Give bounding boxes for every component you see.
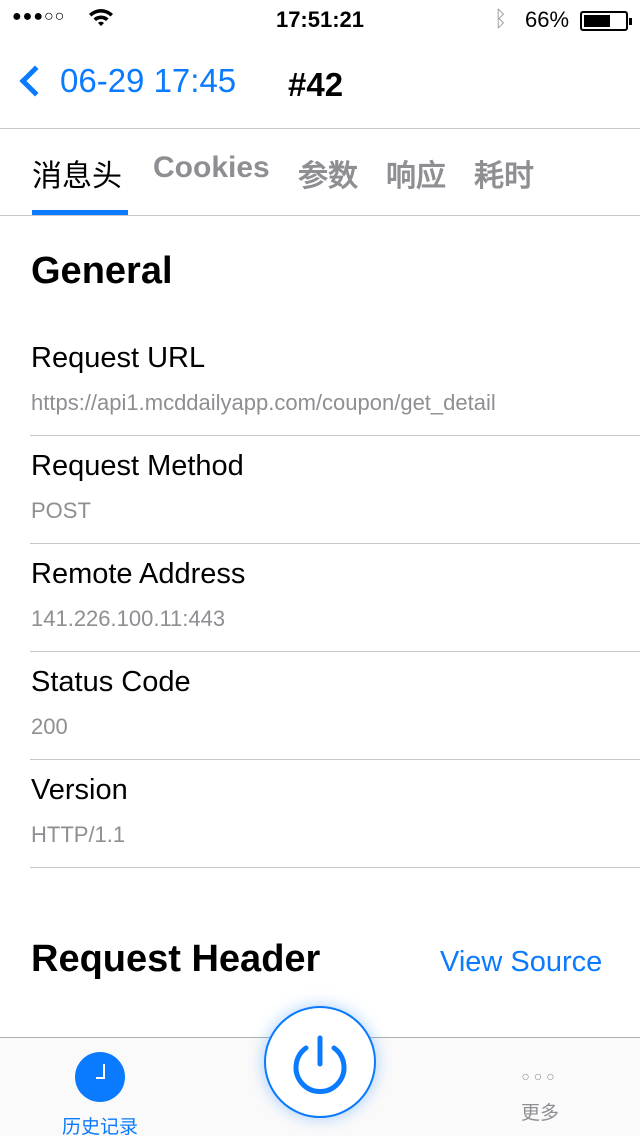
info-row: Request URL https://api1.mcddailyapp.com/… bbox=[30, 328, 640, 436]
view-source-link[interactable]: View Source bbox=[440, 946, 602, 979]
back-label: 06-29 17:45 bbox=[60, 62, 237, 99]
row-label: Request URL bbox=[31, 342, 206, 374]
info-row: Version HTTP/1.1 bbox=[30, 760, 640, 868]
tab-cookies[interactable]: Cookies bbox=[153, 151, 270, 185]
tab-history-label: 历史记录 bbox=[61, 1117, 138, 1138]
battery-percent: 66% bbox=[525, 7, 570, 32]
request-header-heading: Request Header bbox=[31, 938, 321, 980]
tab-timing[interactable]: 耗时 bbox=[474, 151, 534, 195]
chevron-left-icon bbox=[19, 65, 51, 97]
clock-icon bbox=[75, 1052, 125, 1102]
tab-params[interactable]: 参数 bbox=[298, 151, 358, 195]
tab-more-label: 更多 bbox=[520, 1103, 559, 1124]
info-row: Request Method POST bbox=[30, 436, 640, 544]
row-value: 141.226.100.11:443 bbox=[31, 606, 226, 631]
row-label: Remote Address bbox=[31, 558, 246, 590]
tab-more[interactable]: ○○○ 更多 bbox=[500, 1068, 580, 1125]
tab-history[interactable]: 历史记录 bbox=[60, 1052, 140, 1139]
general-heading: General bbox=[31, 250, 173, 292]
tab-response[interactable]: 响应 bbox=[386, 151, 446, 195]
back-button[interactable]: 06-29 17:45 bbox=[14, 62, 236, 100]
row-label: Version bbox=[31, 774, 128, 806]
row-label: Status Code bbox=[31, 666, 191, 698]
row-label: Request Method bbox=[31, 450, 244, 482]
row-value: 200 bbox=[31, 714, 68, 739]
power-button[interactable] bbox=[264, 1006, 376, 1118]
info-row: Status Code 200 bbox=[30, 652, 640, 760]
battery-icon bbox=[580, 11, 632, 31]
row-value: https://api1.mcddailyapp.com/coupon/get_… bbox=[31, 390, 496, 415]
segment-tabs: 消息头 Cookies 参数 响应 耗时 bbox=[0, 129, 640, 216]
more-icon: ○○○ bbox=[521, 1068, 559, 1084]
page-title: #42 bbox=[288, 66, 344, 103]
status-bar: ●●●○○ 17:51:21 ᛒ 66% bbox=[0, 0, 640, 40]
power-icon bbox=[293, 1035, 347, 1094]
row-value: POST bbox=[31, 498, 91, 523]
info-row: Remote Address 141.226.100.11:443 bbox=[30, 544, 640, 652]
row-value: HTTP/1.1 bbox=[31, 822, 126, 847]
navigation-bar: 06-29 17:45 #42 bbox=[0, 40, 640, 129]
bluetooth-icon: ᛒ bbox=[494, 6, 508, 31]
active-tab-indicator bbox=[32, 210, 128, 215]
tab-headers[interactable]: 消息头 bbox=[32, 151, 122, 195]
